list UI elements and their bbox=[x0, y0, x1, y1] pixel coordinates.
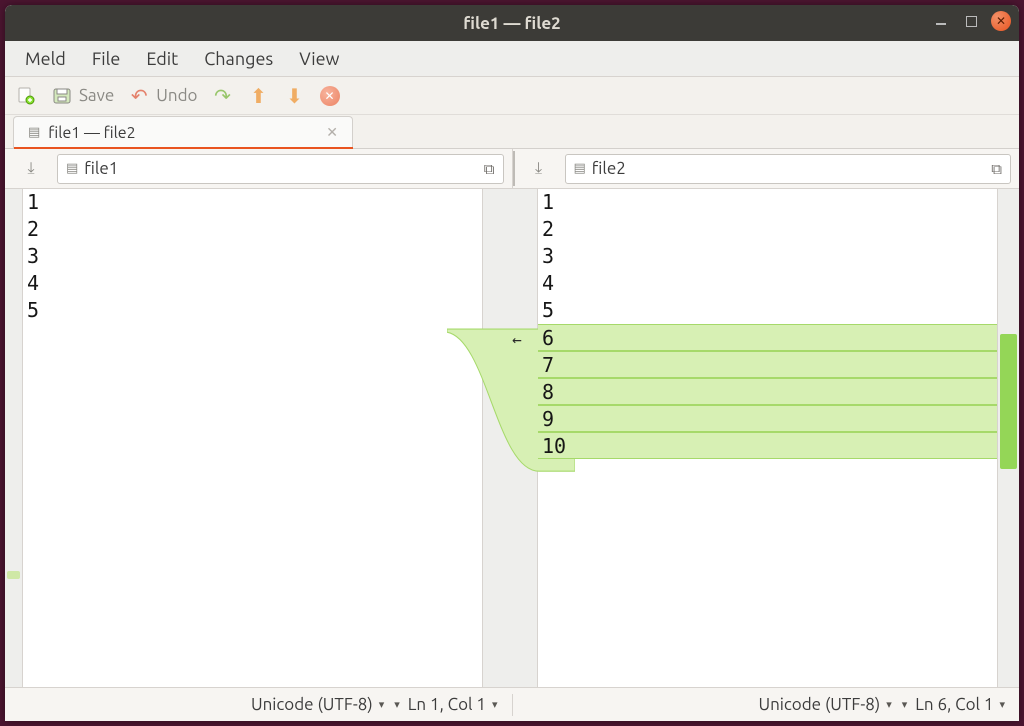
file-headers: ⤓ ▤ file1 ⧉ ⤓ ▤ file2 ⧉ bbox=[5, 149, 1019, 189]
statusbar: Unicode (UTF-8) ▾ ▾ Ln 1, Col 1 ▾ Unicod… bbox=[5, 687, 1019, 721]
encoding-right-label: Unicode (UTF-8) bbox=[758, 695, 880, 714]
comparison-tab[interactable]: ▤ file1 — file2 ✕ bbox=[13, 116, 353, 148]
copy-icon[interactable]: ⧉ bbox=[484, 160, 495, 178]
redo-icon: ↷ bbox=[212, 85, 234, 107]
new-comparison-button[interactable] bbox=[15, 85, 37, 107]
file1-path-box[interactable]: ▤ file1 ⧉ bbox=[57, 154, 504, 184]
copy-icon[interactable]: ⧉ bbox=[991, 160, 1002, 178]
undo-label: Undo bbox=[156, 86, 197, 105]
code-line[interactable]: 1 bbox=[538, 189, 997, 216]
code-line-added[interactable]: 6← bbox=[538, 324, 997, 351]
encoding-dropdown-right[interactable]: Unicode (UTF-8) ▾ bbox=[758, 695, 891, 714]
code-line[interactable]: 2 bbox=[538, 216, 997, 243]
new-comparison-icon bbox=[15, 85, 37, 107]
chevron-down-icon: ▾ bbox=[379, 698, 385, 711]
code-line[interactable]: 1 bbox=[23, 189, 482, 216]
position-left-label: Ln 1, Col 1 bbox=[408, 695, 486, 714]
code-line[interactable]: 3 bbox=[23, 243, 482, 270]
left-push-button[interactable]: ⤓ bbox=[11, 159, 51, 178]
file2-path-box[interactable]: ▤ file2 ⧉ bbox=[565, 154, 1012, 184]
save-button[interactable]: Save bbox=[51, 85, 114, 107]
code-line[interactable]: 4 bbox=[23, 270, 482, 297]
left-gutter-hint bbox=[7, 571, 20, 579]
code-line-added[interactable]: 8 bbox=[538, 378, 997, 405]
push-down-icon: ⤓ bbox=[535, 159, 542, 178]
right-overview-gutter[interactable] bbox=[997, 189, 1019, 687]
document-icon: ▤ bbox=[28, 125, 40, 140]
right-push-button[interactable]: ⤓ bbox=[519, 159, 559, 178]
push-down-icon: ⤓ bbox=[27, 159, 34, 178]
code-line-added[interactable]: 7 bbox=[538, 351, 997, 378]
chevron-down-icon[interactable]: ▾ bbox=[902, 698, 908, 711]
window-controls bbox=[931, 11, 1011, 31]
file-header-right: ⤓ ▤ file2 ⧉ bbox=[513, 149, 1020, 188]
tabbar: ▤ file1 — file2 ✕ bbox=[5, 115, 1019, 149]
code-line[interactable]: 3 bbox=[538, 243, 997, 270]
redo-button[interactable]: ↷ bbox=[212, 85, 234, 107]
status-left: Unicode (UTF-8) ▾ ▾ Ln 1, Col 1 ▾ bbox=[5, 695, 512, 714]
menu-meld[interactable]: Meld bbox=[13, 45, 78, 73]
encoding-left-label: Unicode (UTF-8) bbox=[251, 695, 373, 714]
next-change-button[interactable]: ⬇ bbox=[284, 85, 306, 107]
toolbar: Save ↶ Undo ↷ ⬆ ⬇ ✕ bbox=[5, 77, 1019, 115]
close-button[interactable] bbox=[991, 11, 1011, 31]
link-map bbox=[482, 189, 538, 687]
menu-view[interactable]: View bbox=[287, 45, 351, 73]
menu-edit[interactable]: Edit bbox=[134, 45, 190, 73]
chevron-down-icon[interactable]: ▾ bbox=[394, 698, 400, 711]
diff-body: 12345 123456←78910 bbox=[5, 189, 1019, 687]
status-right: Unicode (UTF-8) ▾ ▾ Ln 6, Col 1 ▾ bbox=[513, 695, 1020, 714]
stop-button[interactable]: ✕ bbox=[320, 86, 340, 106]
position-dropdown-right[interactable]: Ln 6, Col 1 ▾ bbox=[915, 695, 1005, 714]
undo-button[interactable]: ↶ Undo bbox=[128, 85, 197, 107]
menu-file[interactable]: File bbox=[80, 45, 133, 73]
file2-name: file2 bbox=[592, 159, 626, 178]
file1-name: file1 bbox=[84, 159, 118, 178]
file-icon: ▤ bbox=[574, 161, 586, 176]
position-right-label: Ln 6, Col 1 bbox=[915, 695, 993, 714]
tab-close-icon[interactable]: ✕ bbox=[326, 124, 338, 141]
maximize-button[interactable] bbox=[961, 11, 981, 31]
code-line-added[interactable]: 9 bbox=[538, 405, 997, 432]
undo-icon: ↶ bbox=[128, 85, 150, 107]
position-dropdown-left[interactable]: Ln 1, Col 1 ▾ bbox=[408, 695, 498, 714]
prev-change-button[interactable]: ⬆ bbox=[248, 85, 270, 107]
code-line[interactable]: 4 bbox=[538, 270, 997, 297]
window-title: file1 — file2 bbox=[463, 14, 560, 33]
titlebar: file1 — file2 bbox=[5, 5, 1019, 41]
code-line-added[interactable]: 10 bbox=[538, 432, 997, 459]
code-line[interactable]: 5 bbox=[23, 297, 482, 324]
cursor-indicator bbox=[513, 151, 515, 186]
right-content[interactable]: 123456←78910 bbox=[538, 189, 997, 687]
left-content[interactable]: 12345 bbox=[23, 189, 482, 687]
chevron-down-icon: ▾ bbox=[886, 698, 892, 711]
stop-icon: ✕ bbox=[320, 86, 340, 106]
down-arrow-icon: ⬇ bbox=[284, 85, 306, 107]
left-pane[interactable]: 12345 bbox=[23, 189, 482, 687]
left-overview-gutter[interactable] bbox=[5, 189, 23, 687]
menubar: Meld File Edit Changes View bbox=[5, 41, 1019, 77]
save-icon bbox=[51, 85, 73, 107]
save-label: Save bbox=[79, 86, 114, 105]
app-window: file1 — file2 Meld File Edit Changes Vie… bbox=[5, 5, 1019, 721]
code-line[interactable]: 2 bbox=[23, 216, 482, 243]
chevron-down-icon: ▾ bbox=[999, 698, 1005, 711]
menu-changes[interactable]: Changes bbox=[192, 45, 285, 73]
minimize-button[interactable] bbox=[931, 11, 951, 31]
overview-added-mark bbox=[1000, 334, 1017, 469]
encoding-dropdown-left[interactable]: Unicode (UTF-8) ▾ bbox=[251, 695, 384, 714]
tab-label: file1 — file2 bbox=[48, 124, 135, 142]
right-pane[interactable]: 123456←78910 bbox=[538, 189, 997, 687]
file-header-left: ⤓ ▤ file1 ⧉ bbox=[5, 149, 512, 188]
up-arrow-icon: ⬆ bbox=[248, 85, 270, 107]
file-icon: ▤ bbox=[66, 161, 78, 176]
push-left-icon[interactable]: ← bbox=[508, 330, 526, 348]
code-line[interactable]: 5 bbox=[538, 297, 997, 324]
chevron-down-icon: ▾ bbox=[492, 698, 498, 711]
